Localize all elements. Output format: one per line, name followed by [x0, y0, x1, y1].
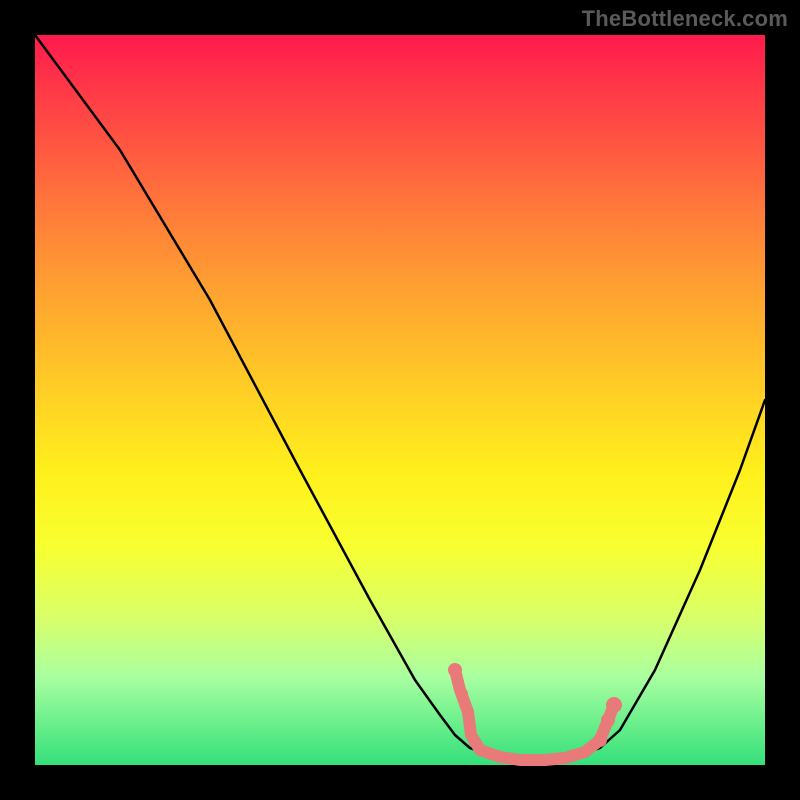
- highlight-dot: [456, 688, 468, 700]
- highlight-dot: [601, 713, 615, 727]
- highlight-dot: [606, 697, 622, 713]
- chart-svg: [0, 0, 800, 800]
- bottleneck-curve: [35, 35, 765, 760]
- highlight-dot: [448, 663, 462, 677]
- highlight-dot: [593, 733, 607, 747]
- optimal-range-highlight: [455, 670, 614, 760]
- highlight-dot: [462, 706, 474, 718]
- watermark-text: TheBottleneck.com: [582, 6, 788, 32]
- chart-frame: TheBottleneck.com: [0, 0, 800, 800]
